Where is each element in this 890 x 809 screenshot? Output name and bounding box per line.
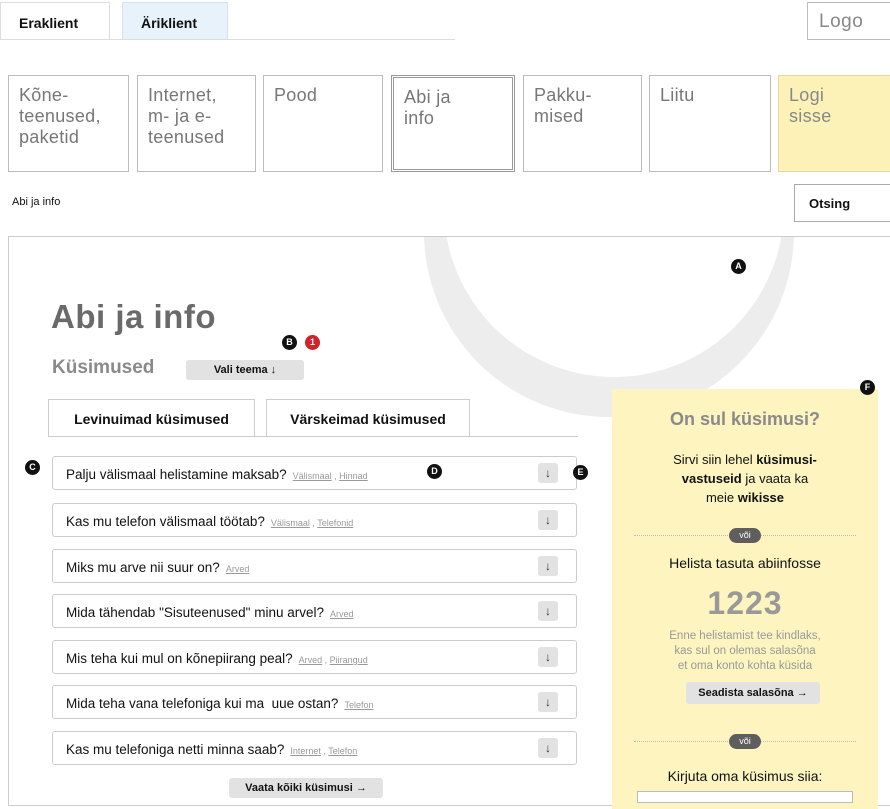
question-tags: Arved <box>330 609 354 619</box>
marker-1-badge: 1 <box>305 335 320 350</box>
question-tags: Arved <box>226 564 250 574</box>
page-title: Abi ja info <box>51 298 216 335</box>
question-tags: Välismaal , Hinnad <box>292 471 368 481</box>
intro-text: Sirvi siin lehel <box>673 452 757 467</box>
or-separator: või <box>729 734 761 749</box>
question-item[interactable]: Miks mu arve nii suur on? Arved ↓ <box>52 549 577 583</box>
marker-d: D <box>427 464 442 479</box>
nav-item-login[interactable]: Logi sisse <box>778 75 890 172</box>
question-item[interactable]: Kas mu telefon välismaal töötab? Välismaa… <box>52 503 577 537</box>
tag-link[interactable]: Arved <box>299 655 323 665</box>
breadcrumb[interactable]: Abi ja info <box>12 196 60 208</box>
expand-arrow-icon[interactable]: ↓ <box>538 556 558 576</box>
help-sidebar: On sul küsimusi? Sirvi siin lehel küsimu… <box>612 389 878 809</box>
nav-item-voice-services[interactable]: Kõne- teenused, paketid <box>8 75 129 172</box>
nav-item-shop[interactable]: Pood <box>263 75 383 172</box>
tag-link[interactable]: Telefon <box>328 746 357 756</box>
marker-c: C <box>25 460 40 475</box>
tag-link[interactable]: Arved <box>226 564 250 574</box>
questions-heading: Küsimused <box>52 357 155 378</box>
question-text[interactable]: Kas mu telefon välismaal töötab? <box>66 514 265 529</box>
sidebar-intro: Sirvi siin lehel küsimusi- vastuseid ja … <box>612 450 878 507</box>
tag-link[interactable]: Piirangud <box>330 655 368 665</box>
or-separator: või <box>729 528 761 543</box>
question-text[interactable]: Miks mu arve nii suur on? <box>66 560 220 575</box>
question-item[interactable]: Kas mu telefoniga netti minna saab? Inter… <box>52 731 577 765</box>
expand-arrow-icon[interactable]: ↓ <box>538 463 558 483</box>
question-input[interactable] <box>637 791 853 803</box>
marker-b: B <box>282 335 297 350</box>
helpline-note: Enne helistamist tee kindlaks, kas sul o… <box>669 630 821 672</box>
nav-item-internet[interactable]: Internet, m- ja e- teenused <box>137 75 256 172</box>
logo[interactable]: Logo <box>807 2 890 40</box>
write-question-label: Kirjuta oma küsimus siia: <box>667 768 823 784</box>
question-item[interactable]: Mida teha vana telefoniga kui ma uue ost… <box>52 685 577 719</box>
choose-topic-button[interactable]: Vali teema ↓ <box>186 360 304 380</box>
tag-link[interactable]: Arved <box>330 609 354 619</box>
wiki-link[interactable]: wikisse <box>738 490 784 505</box>
question-item[interactable]: Palju välismaal helistamine maksab? Välis… <box>52 456 577 490</box>
tabs-underline <box>48 436 578 437</box>
tag-link[interactable]: Välismaal <box>271 518 310 528</box>
search-button[interactable]: Otsing <box>794 184 890 222</box>
tag-link[interactable]: Telefonid <box>317 518 353 528</box>
tag-link[interactable]: Telefon <box>344 700 373 710</box>
marker-f: F <box>860 380 875 395</box>
nav-item-help[interactable]: Abi ja info <box>391 75 515 172</box>
tab-recent-questions[interactable]: Värskeimad küsimused <box>266 399 470 437</box>
expand-arrow-icon[interactable]: ↓ <box>538 692 558 712</box>
tag-link[interactable]: Internet <box>290 746 321 756</box>
nav-item-offers[interactable]: Pakku- mised <box>523 75 642 172</box>
sidebar-title: On sul küsimusi? <box>669 409 821 429</box>
tab-popular-questions[interactable]: Levinuimad küsimused <box>48 399 255 437</box>
expand-arrow-icon[interactable]: ↓ <box>538 601 558 621</box>
question-tags: Arved , Piirangud <box>298 655 368 665</box>
view-all-questions-button[interactable]: Vaata kõiki küsimusi → <box>229 778 383 798</box>
marker-e: E <box>573 465 588 480</box>
tag-link[interactable]: Välismaal <box>293 471 332 481</box>
question-text[interactable]: Mis teha kui mul on kõnepiirang peal? <box>66 651 293 666</box>
call-helpline-text: Helista tasuta abiinfosse <box>669 555 821 571</box>
question-tags: Internet , Telefon <box>290 746 358 756</box>
question-text[interactable]: Mida teha vana telefoniga kui ma uue ost… <box>66 696 338 711</box>
top-divider <box>0 39 455 40</box>
expand-arrow-icon[interactable]: ↓ <box>538 738 558 758</box>
question-tags: Telefon <box>344 700 373 710</box>
helpline-number[interactable]: 1223 <box>612 585 878 622</box>
expand-arrow-icon[interactable]: ↓ <box>538 510 558 530</box>
question-item[interactable]: Mida tähendab "Sisuteenused" minu arvel?… <box>52 594 577 628</box>
tab-business-client[interactable]: Äriklient <box>122 2 228 39</box>
tab-private-client[interactable]: Eraklient <box>0 2 110 39</box>
set-password-button[interactable]: Seadista salasõna → <box>686 682 820 704</box>
tag-link[interactable]: Hinnad <box>339 471 368 481</box>
question-tags: Välismaal , Telefonid <box>270 518 354 528</box>
question-text[interactable]: Palju välismaal helistamine maksab? <box>66 467 287 482</box>
question-text[interactable]: Kas mu telefoniga netti minna saab? <box>66 742 284 757</box>
marker-a: A <box>731 259 746 274</box>
nav-item-join[interactable]: Liitu <box>649 75 771 172</box>
expand-arrow-icon[interactable]: ↓ <box>538 647 558 667</box>
question-text[interactable]: Mida tähendab "Sisuteenused" minu arvel? <box>66 605 324 620</box>
question-item[interactable]: Mis teha kui mul on kõnepiirang peal? Arv… <box>52 640 577 674</box>
